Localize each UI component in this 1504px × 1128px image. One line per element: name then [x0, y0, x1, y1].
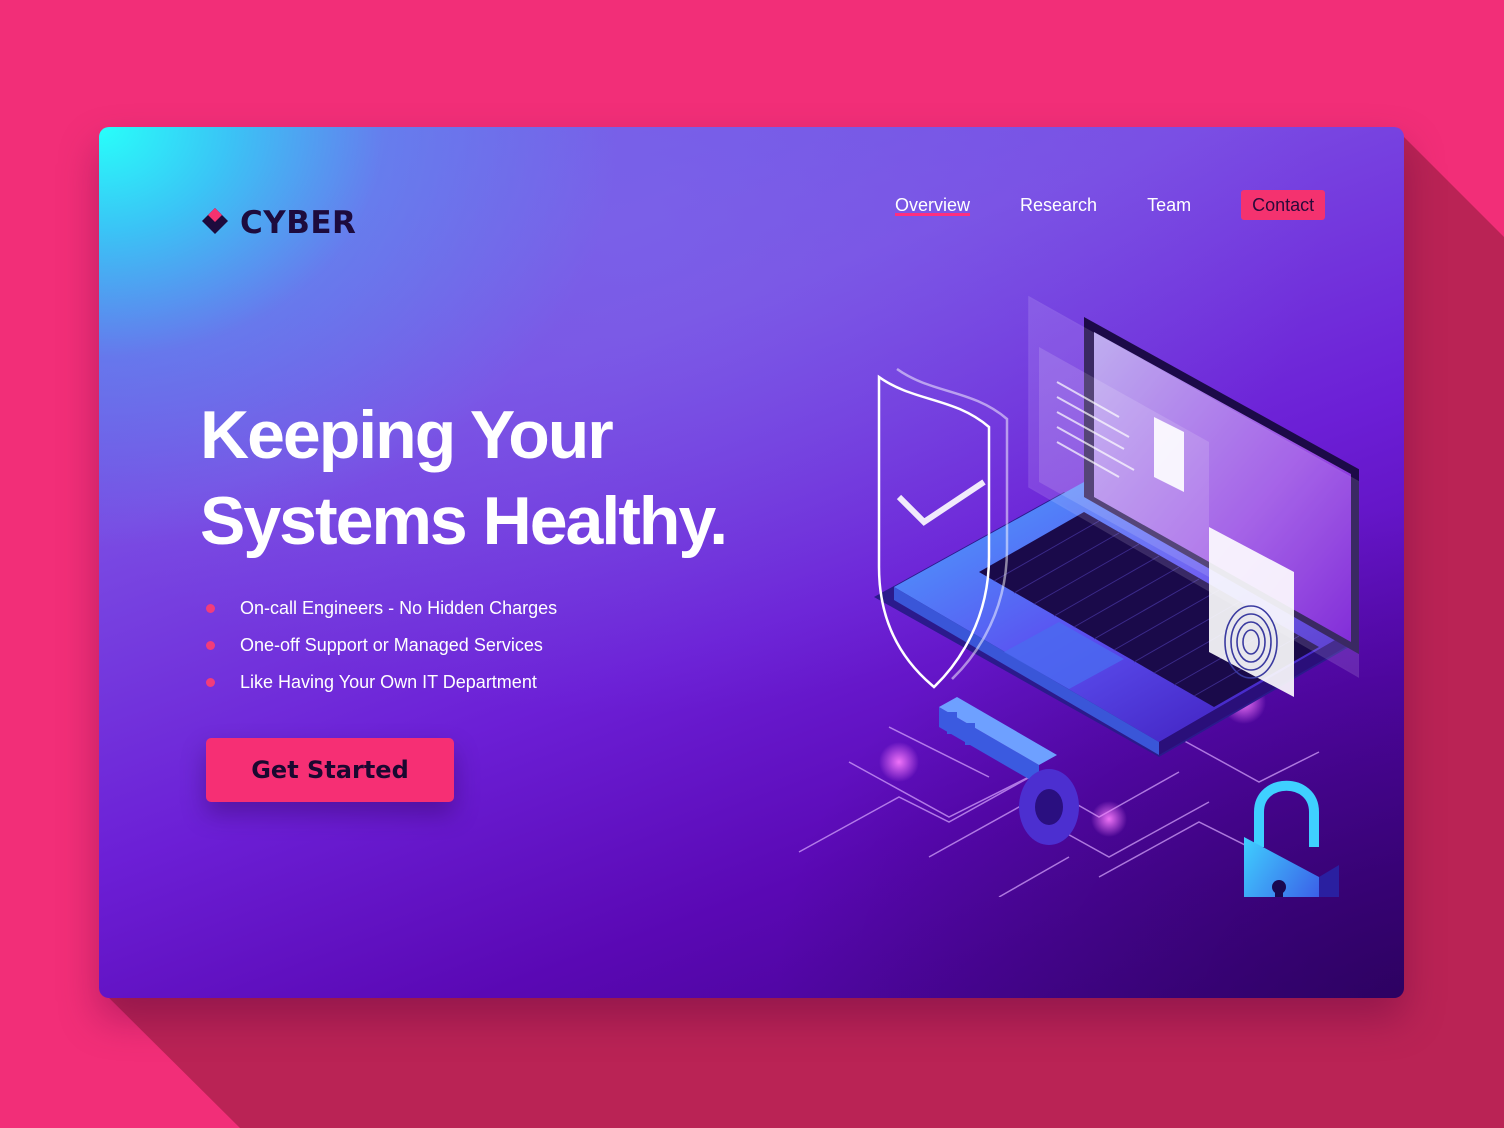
feature-text: One-off Support or Managed Services [240, 635, 543, 655]
bullet-dot [206, 678, 215, 687]
feature-item: One-off Support or Managed Services [200, 627, 557, 664]
diamond-logo-icon [202, 208, 228, 234]
page-background: CYBER Overview Research Team Contact Kee… [0, 0, 1504, 1128]
hero-title-line-1: Keeping Your [200, 397, 614, 473]
brand-logo[interactable]: CYBER [200, 205, 356, 241]
bullet-dot [206, 641, 215, 650]
nav-team[interactable]: Team [1147, 190, 1191, 220]
feature-list: On-call Engineers - No Hidden Charges On… [200, 590, 557, 701]
get-started-button[interactable]: Get Started [206, 738, 454, 802]
nav-overview[interactable]: Overview [895, 190, 970, 220]
feature-item: On-call Engineers - No Hidden Charges [200, 590, 557, 627]
nav-research[interactable]: Research [1020, 190, 1097, 220]
hero-title-line-2: Systems Healthy. [200, 483, 728, 559]
bullet-dot [206, 604, 215, 613]
brand-name: CYBER [240, 205, 357, 241]
padlock-icon [1244, 780, 1339, 897]
hero-title: Keeping Your Systems Healthy. [200, 392, 728, 564]
key-icon [939, 697, 1079, 845]
nav-contact-button[interactable]: Contact [1241, 190, 1326, 220]
feature-text: On-call Engineers - No Hidden Charges [240, 598, 558, 618]
feature-item: Like Having Your Own IT Department [200, 664, 557, 701]
security-illustration [798, 295, 1359, 897]
feature-text: Like Having Your Own IT Department [240, 672, 537, 692]
main-nav: Overview Research Team Contact [895, 190, 1326, 220]
hero-card: CYBER Overview Research Team Contact Kee… [99, 127, 1404, 998]
